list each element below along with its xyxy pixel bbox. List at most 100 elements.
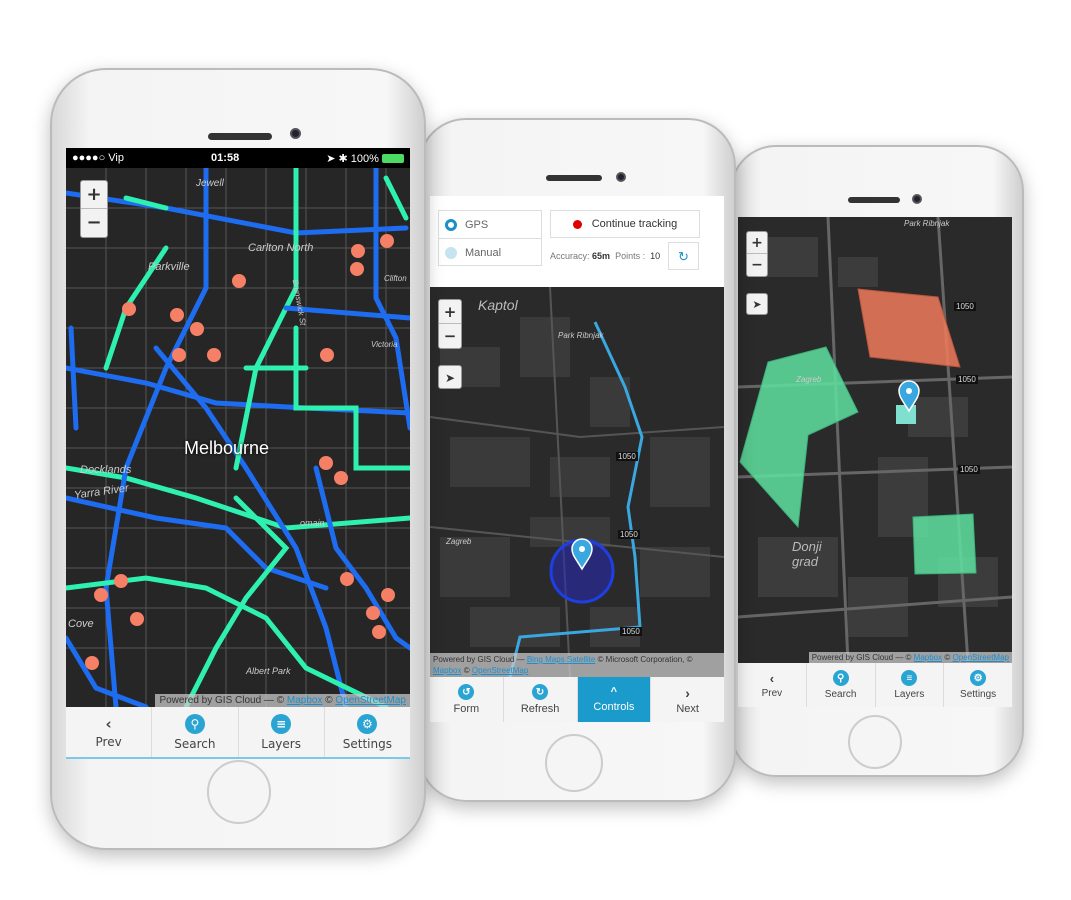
map[interactable]: Kaptol Park Ribnjak Zagreb 1050 1050 105… [430, 287, 724, 677]
zoom-control: + − [438, 299, 462, 349]
point-marker[interactable] [170, 308, 184, 322]
map-label: Donji grad [792, 539, 822, 569]
mapbox-link[interactable]: Mapbox [914, 653, 942, 662]
bottom-nav: ‹ Prev ⚲ Search ≡ Layers ⚙ Settings [66, 707, 410, 759]
nav-form[interactable]: ↺ Form [430, 677, 504, 722]
home-button[interactable] [545, 734, 603, 792]
zoom-in-button[interactable]: + [439, 300, 461, 324]
speaker [546, 175, 602, 181]
map[interactable]: Jewell Carlton North Parkville Melbourne… [66, 168, 410, 707]
locate-button[interactable]: ➤ [438, 365, 462, 389]
nav-settings[interactable]: ⚙ Settings [944, 663, 1012, 707]
camera [290, 128, 301, 139]
map-attribution: Powered by GIS Cloud — Bing Maps Satelli… [430, 653, 724, 677]
mapbox-link[interactable]: Mapbox [433, 666, 461, 675]
osm-link[interactable]: OpenStreetMap [953, 653, 1009, 662]
mapbox-link[interactable]: Mapbox [287, 695, 323, 706]
nav-search[interactable]: ⚲ Search [152, 707, 239, 757]
point-marker[interactable] [372, 625, 386, 639]
zoom-in-button[interactable]: + [747, 232, 767, 254]
osm-link[interactable]: OpenStreetMap [335, 695, 406, 706]
point-marker[interactable] [94, 588, 108, 602]
elevation-label: 1050 [620, 627, 642, 636]
polygon-green[interactable] [739, 346, 859, 529]
search-icon: ⚲ [832, 670, 849, 686]
map-label: Parkville [148, 261, 190, 273]
battery-icon [382, 154, 404, 164]
battery: ➤ ✱ 100% [326, 152, 404, 165]
point-marker[interactable] [130, 612, 144, 626]
map[interactable]: Park Ribnjak Zagreb Donji grad 1050 1050… [738, 217, 1012, 663]
zoom-control: + − [80, 180, 108, 238]
map-label: Zagreb [446, 537, 472, 546]
nav-controls[interactable]: ^ Controls [577, 677, 652, 722]
refresh-icon: ↻ [532, 684, 549, 700]
point-marker[interactable] [366, 606, 380, 620]
map-label: Cove [68, 618, 94, 630]
map-label: Carlton North [248, 242, 314, 254]
home-button[interactable] [207, 760, 271, 824]
nav-settings[interactable]: ⚙ Settings [325, 707, 410, 757]
bottom-nav: ‹ Prev ⚲ Search ≡ Layers ⚙ Settings [738, 663, 1012, 707]
nav-layers[interactable]: ≡ Layers [239, 707, 325, 757]
camera [912, 194, 922, 204]
zoom-out-button[interactable]: − [439, 324, 461, 348]
chevron-left-icon: ‹ [105, 715, 112, 733]
point-marker[interactable] [190, 322, 204, 336]
mode-gps[interactable]: GPS [439, 211, 541, 239]
chevron-right-icon: › [685, 684, 690, 701]
nav-prev[interactable]: ‹ Prev [66, 707, 153, 757]
point-marker[interactable] [114, 574, 128, 588]
map-label: Clifton [384, 274, 407, 283]
reset-button[interactable]: ↻ [668, 242, 699, 270]
nav-prev[interactable]: ‹ Prev [738, 663, 807, 707]
point-marker[interactable] [122, 302, 136, 316]
reset-icon: ↻ [678, 249, 689, 264]
osm-link[interactable]: OpenStreetMap [472, 666, 528, 675]
point-marker[interactable] [172, 348, 186, 362]
clock: 01:58 [211, 152, 240, 164]
nav-search[interactable]: ⚲ Search [807, 663, 876, 707]
point-marker[interactable] [319, 456, 333, 470]
bottom-nav: ↺ Form ↻ Refresh ^ Controls › Next [430, 677, 724, 722]
nav-refresh[interactable]: ↻ Refresh [504, 677, 578, 722]
point-marker[interactable] [85, 656, 99, 670]
point-marker[interactable] [350, 262, 364, 276]
chevron-up-icon: ^ [610, 686, 618, 698]
nav-next[interactable]: › Next [651, 677, 724, 722]
gear-icon: ⚙ [970, 670, 987, 686]
point-marker[interactable] [320, 348, 334, 362]
zoom-control: + − [746, 231, 768, 277]
speaker [208, 133, 272, 140]
elevation-label: 1050 [616, 452, 638, 461]
mode-manual[interactable]: Manual [439, 239, 541, 266]
bing-link[interactable]: Bing Maps Satellite [527, 655, 595, 664]
point-marker[interactable] [340, 572, 354, 586]
accuracy-circle [549, 538, 615, 604]
nav-layers[interactable]: ≡ Layers [876, 663, 945, 707]
polygon-green[interactable] [912, 513, 977, 575]
carrier: ●●●●○ Vip [72, 152, 124, 164]
point-marker[interactable] [380, 234, 394, 248]
polygon-red[interactable] [857, 288, 961, 368]
polygon-small[interactable] [896, 405, 916, 424]
point-marker[interactable] [334, 471, 348, 485]
point-marker[interactable] [351, 244, 365, 258]
point-marker[interactable] [232, 274, 246, 288]
point-marker[interactable] [381, 588, 395, 602]
elevation-label: 1050 [954, 302, 976, 311]
zoom-in-button[interactable]: + [81, 181, 107, 209]
elevation-label: 1050 [958, 465, 980, 474]
continue-tracking-button[interactable]: Continue tracking [550, 210, 700, 238]
map-canvas [738, 217, 1012, 663]
gps-track [508, 321, 644, 677]
home-button[interactable] [848, 715, 902, 769]
point-marker[interactable] [207, 348, 221, 362]
screen: GPS Manual Continue tracking Accuracy: 6… [430, 196, 724, 722]
elevation-label: 1050 [956, 375, 978, 384]
zoom-out-button[interactable]: − [747, 254, 767, 276]
map-label: Victoria [371, 340, 398, 349]
zoom-out-button[interactable]: − [81, 209, 107, 237]
locate-button[interactable]: ➤ [746, 293, 768, 315]
tracking-panel: GPS Manual Continue tracking Accuracy: 6… [430, 196, 724, 287]
